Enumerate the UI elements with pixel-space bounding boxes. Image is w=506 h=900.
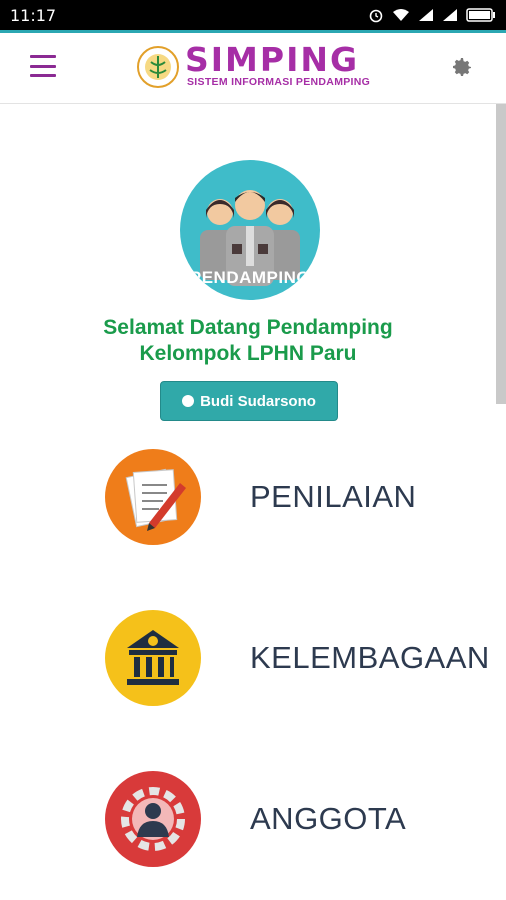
battery-icon: [466, 8, 495, 22]
menu-item-anggota[interactable]: ANGGOTA: [105, 771, 505, 867]
bank-building-icon: [105, 610, 201, 706]
app-logo: SIMPING SISTEM INFORMASI PENDAMPING: [137, 40, 387, 94]
logo-title: SIMPING: [185, 40, 360, 79]
signal-icon: [419, 9, 433, 21]
welcome-line-1: Selamat Datang Pendamping: [103, 316, 393, 339]
wifi-icon: [393, 9, 409, 21]
menu-item-penilaian[interactable]: PENILAIAN: [105, 449, 505, 545]
header-accent-line: [0, 30, 506, 33]
menu-label-anggota: ANGGOTA: [250, 801, 407, 836]
avatar: PENDAMPING: [180, 160, 320, 300]
emblem-icon: [137, 46, 179, 88]
hamburger-menu-icon[interactable]: [30, 55, 56, 77]
member-gear-icon: [105, 771, 201, 867]
status-bar: 11:17: [0, 0, 506, 30]
signal-icon-2: [443, 9, 457, 21]
welcome-text: Selamat Datang Pendamping Kelompok LPHN …: [40, 315, 456, 367]
user-dot-icon: [182, 395, 195, 407]
menu-label-kelembagaan: KELEMBAGAAN: [250, 640, 490, 675]
alarm-icon: [369, 9, 383, 23]
settings-gear-icon[interactable]: [450, 55, 474, 79]
logo-subtitle: SISTEM INFORMASI PENDAMPING: [187, 76, 371, 88]
menu-label-penilaian: PENILAIAN: [250, 479, 417, 514]
status-time: 11:17: [10, 5, 57, 25]
welcome-line-2: Kelompok LPHN Paru: [139, 342, 357, 365]
user-name-label: Budi Sudarsono: [200, 392, 316, 410]
status-icons: [368, 7, 496, 23]
document-pen-icon: [105, 449, 201, 545]
scrollbar[interactable]: [496, 104, 506, 404]
user-name-button[interactable]: Budi Sudarsono: [160, 381, 338, 421]
menu-item-kelembagaan[interactable]: KELEMBAGAAN: [105, 610, 505, 706]
avatar-label: PENDAMPING: [189, 268, 311, 287]
